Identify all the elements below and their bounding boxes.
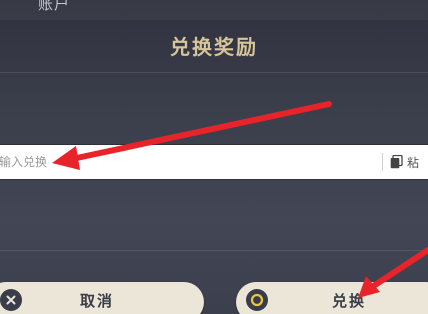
redeem-code-field[interactable]: 粘 (0, 145, 428, 179)
top-bar: 账户 (0, 0, 428, 20)
clipboard-icon (390, 155, 403, 169)
paste-button[interactable]: 粘 (390, 145, 419, 179)
circle-ring-icon (246, 289, 268, 311)
title-divider (0, 72, 428, 73)
footer-divider (0, 250, 428, 251)
account-tab-label[interactable]: 账户 (38, 0, 70, 14)
field-separator (382, 153, 383, 171)
cancel-label: 取消 (80, 292, 115, 310)
redeem-reward-screen: 账户 兑换奖励 粘 取消 兑换 (0, 0, 428, 314)
dialog-title: 兑换奖励 (170, 35, 258, 59)
paste-label: 粘 (407, 155, 420, 170)
close-circle-icon (0, 289, 22, 311)
cancel-button[interactable]: 取消 (0, 282, 204, 314)
redeem-code-input[interactable] (0, 145, 379, 179)
redeem-button[interactable]: 兑换 (236, 282, 428, 314)
redeem-label: 兑换 (332, 292, 367, 310)
